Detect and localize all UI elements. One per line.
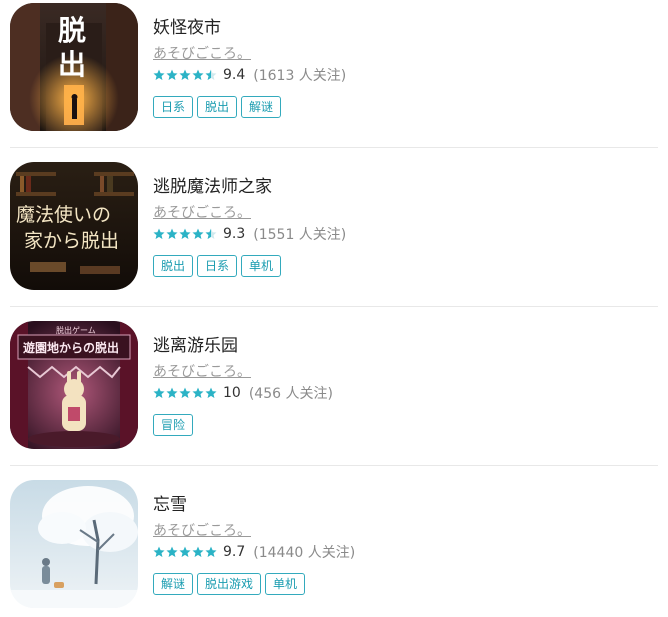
developer-link[interactable]: あそびごころ。: [153, 43, 251, 63]
icon-title: 遊園地からの脱出: [23, 341, 120, 355]
star-full-icon: [179, 228, 191, 239]
star-rating: [153, 546, 217, 558]
star-full-icon: [179, 546, 191, 557]
tag[interactable]: 脱出: [153, 255, 194, 277]
tag[interactable]: 解谜: [153, 573, 194, 595]
star-full-icon: [166, 387, 178, 398]
icon-title-char-2: 出: [58, 48, 87, 81]
follower-count: (14440 人关注): [253, 545, 356, 561]
tag[interactable]: 日系: [153, 96, 194, 118]
tag[interactable]: 脱出: [197, 96, 238, 118]
developer-link[interactable]: あそびごころ。: [153, 202, 251, 222]
app-item[interactable]: 忘雪 あそびごころ。 9.7 (14440 人关注) 解谜 脱出游戏 单机: [10, 480, 658, 610]
app-icon[interactable]: 脱出ゲーム 遊園地からの脱出: [10, 321, 138, 449]
rating: 9.3 (1551 人关注): [153, 225, 346, 243]
app-item[interactable]: 脱 出 妖怪夜市 あそびごころ。 9.4 (1613 人关注) 日系 脱出 解谜: [10, 3, 658, 133]
app-title[interactable]: 忘雪: [153, 490, 187, 515]
star-full-icon: [153, 69, 165, 80]
tag-list: 脱出 日系 单机: [153, 255, 282, 277]
rating: 9.7 (14440 人关注): [153, 543, 355, 561]
developer-link[interactable]: あそびごころ。: [153, 520, 251, 540]
rating: 9.4 (1613 人关注): [153, 66, 346, 84]
star-full-icon: [153, 387, 165, 398]
star-full-icon: [192, 228, 204, 239]
rating-score: 9.4: [223, 67, 246, 83]
tag[interactable]: 冒险: [153, 414, 194, 436]
star-full-icon: [192, 546, 204, 557]
star-full-icon: [192, 387, 204, 398]
tag[interactable]: 单机: [265, 573, 306, 595]
star-full-icon: [153, 546, 165, 557]
rating-score: 10: [223, 385, 241, 401]
star-full-icon: [166, 546, 178, 557]
star-rating: [153, 69, 217, 81]
tag-list: 解谜 脱出游戏 单机: [153, 573, 306, 595]
follower-count: (456 人关注): [248, 386, 333, 402]
tag[interactable]: 单机: [241, 255, 282, 277]
app-title[interactable]: 逃离游乐园: [153, 331, 238, 356]
star-half-icon: [205, 69, 217, 80]
app-title[interactable]: 逃脱魔法师之家: [153, 172, 272, 197]
developer-link[interactable]: あそびごころ。: [153, 361, 251, 381]
app-item[interactable]: 脱出ゲーム 遊園地からの脱出 逃离游乐园 あそびごころ。 10 (456 人关注…: [10, 321, 658, 451]
star-full-icon: [205, 387, 217, 398]
follower-count: (1613 人关注): [253, 68, 347, 84]
star-full-icon: [205, 546, 217, 557]
rating-score: 9.7: [223, 544, 246, 560]
follower-count: (1551 人关注): [253, 227, 347, 243]
icon-title-line-1: 魔法使いの: [16, 204, 112, 226]
app-icon[interactable]: 魔法使いの 家から脱出: [10, 162, 138, 290]
tag[interactable]: 日系: [197, 255, 238, 277]
divider: [10, 306, 658, 307]
star-full-icon: [166, 228, 178, 239]
rating-score: 9.3: [223, 226, 246, 242]
app-icon[interactable]: 脱 出: [10, 3, 138, 131]
app-item[interactable]: 魔法使いの 家から脱出 逃脱魔法师之家 あそびごころ。 9.3 (1551 人关…: [10, 162, 658, 292]
star-full-icon: [153, 228, 165, 239]
star-full-icon: [192, 69, 204, 80]
tag-list: 日系 脱出 解谜: [153, 96, 282, 118]
star-half-icon: [205, 228, 217, 239]
star-full-icon: [179, 387, 191, 398]
tag-list: 冒险: [153, 414, 194, 436]
star-rating: [153, 387, 217, 399]
app-icon[interactable]: [10, 480, 138, 608]
star-rating: [153, 228, 217, 240]
icon-subtitle: 脱出ゲーム: [56, 326, 96, 335]
tag[interactable]: 解谜: [241, 96, 282, 118]
star-full-icon: [166, 69, 178, 80]
tag[interactable]: 脱出游戏: [197, 573, 262, 595]
app-title[interactable]: 妖怪夜市: [153, 13, 221, 38]
rating: 10 (456 人关注): [153, 384, 333, 402]
icon-title-line-2: 家から脱出: [24, 230, 120, 252]
divider: [10, 147, 658, 148]
divider: [10, 465, 658, 466]
star-full-icon: [179, 69, 191, 80]
